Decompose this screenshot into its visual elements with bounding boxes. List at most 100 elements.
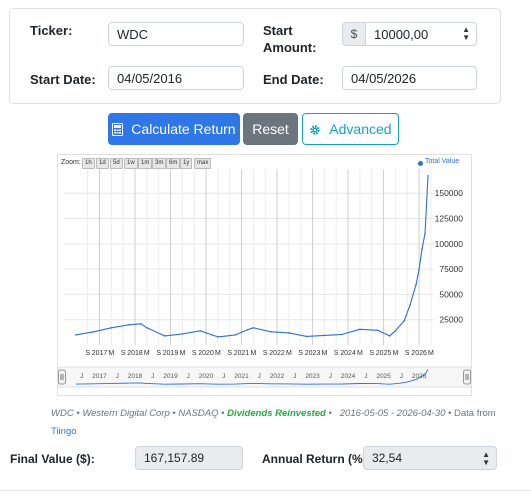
y-tick-label: 125000 (435, 214, 464, 224)
x-tick-label: M (392, 350, 398, 357)
chart-container: Zoom: 1h 1d 5d 1w 1m 3m 6m 1y max Total Value 25… (57, 154, 472, 396)
navigator-tick-label: 2017 (92, 373, 107, 380)
spinner-icon[interactable]: ▲ ▼ (482, 451, 490, 467)
final-value-label: Final Value ($): (10, 452, 95, 466)
data-point (403, 319, 406, 322)
x-tick-label: M (357, 350, 363, 357)
chart-svg: 250005000075000100000125000150000S 2017 M S… (58, 169, 471, 388)
y-tick-label: 50000 (439, 289, 463, 299)
x-tick-label: S (263, 350, 268, 357)
advanced-button[interactable]: Advanced (302, 113, 399, 145)
reset-button[interactable]: Reset (243, 113, 298, 145)
navigator-tick-label: J (293, 373, 296, 380)
data-point (359, 328, 361, 331)
data-point (140, 322, 142, 325)
navigator-tick-label: 2023 (305, 373, 320, 380)
data-point (181, 333, 184, 335)
navigator-tick-label: 2019 (163, 373, 178, 380)
data-credit: WDC • Western Digital Corp • NASDAQ • Di… (51, 408, 496, 437)
navigator-tick-label: J (187, 373, 190, 380)
data-point (427, 175, 429, 177)
divider (0, 490, 531, 491)
annual-return-value: 32,54 (372, 451, 403, 465)
navigator-tick-label: J (151, 373, 154, 380)
x-tick-label: 2023 (305, 350, 321, 357)
annual-return-field: 32,54 ▲ ▼ (363, 446, 497, 470)
navigator-tick-label: 2020 (199, 373, 214, 380)
data-point (211, 334, 213, 336)
navigator-tick-label: 2018 (128, 373, 143, 380)
start-amount-label-line2: Amount: (263, 40, 317, 55)
x-tick-label: S (405, 350, 410, 357)
x-tick-label: M (144, 350, 150, 357)
data-point (376, 329, 379, 332)
start-date-input[interactable]: 04/05/2016 (108, 66, 244, 90)
data-point (424, 232, 426, 235)
data-point (323, 334, 326, 337)
navigator-tick-label: 2024 (341, 373, 356, 380)
series-line-total-value (75, 175, 429, 338)
tiingo-link[interactable]: Tiingo (51, 426, 77, 437)
navigator-tick-label: 2021 (234, 373, 249, 380)
x-tick-label: S (156, 350, 161, 357)
data-point (128, 323, 130, 326)
x-tick-label: M (286, 350, 292, 357)
data-point (217, 336, 219, 338)
navigator-tick-label: J (329, 373, 332, 380)
y-tick-label: 150000 (435, 188, 464, 198)
x-tick-label: M (108, 350, 114, 357)
credit-ticker: WDC (51, 408, 74, 419)
data-point (388, 335, 391, 337)
end-date-input[interactable]: 04/05/2026 (342, 66, 477, 90)
x-tick-label: 2024 (340, 350, 356, 357)
data-point (92, 331, 95, 333)
navigator-tick-label: 2026 (412, 373, 427, 380)
navigator-tick-label: J (80, 373, 83, 380)
calculator-icon (112, 121, 127, 137)
navigator-tick-label: J (258, 373, 261, 380)
start-amount-value: 10000,00 (374, 27, 429, 42)
navigator-tick-label: 2022 (270, 373, 285, 380)
x-tick-label: 2022 (269, 350, 285, 357)
data-point (163, 335, 166, 337)
input-form: Ticker: WDC Start Amount: $ 10000,00 ▲ ▼ … (9, 8, 501, 104)
credit-company: Western Digital Corp (82, 408, 170, 419)
y-tick-label: 100000 (435, 239, 464, 249)
ticker-input[interactable]: WDC (108, 22, 244, 46)
currency-addon: $ (342, 22, 366, 46)
navigator-tick-label: J (222, 373, 225, 380)
data-point (246, 329, 249, 331)
data-point (199, 330, 201, 332)
x-tick-label: 2017 (92, 350, 108, 357)
x-tick-label: S (227, 350, 232, 357)
x-tick-label: S (85, 350, 90, 357)
credit-exchange: NASDAQ (178, 408, 219, 419)
data-point (421, 248, 423, 250)
x-tick-label: M (250, 350, 256, 357)
navigator-handle[interactable] (58, 369, 66, 385)
annual-return-label: Annual Return (%): (262, 452, 371, 466)
data-point (146, 327, 148, 329)
data-point (75, 334, 77, 336)
x-tick-label: M (321, 350, 327, 357)
spinner-icon[interactable]: ▲ ▼ (462, 26, 470, 42)
data-point (341, 333, 343, 336)
ticker-label: Ticker: (30, 23, 73, 38)
advanced-label: Advanced (329, 121, 392, 137)
start-amount-input[interactable]: 10000,00 ▲ ▼ (365, 22, 477, 46)
data-point (394, 330, 397, 332)
x-tick-label: M (179, 350, 185, 357)
calculate-return-label: Calculate Return (131, 121, 236, 137)
start-date-label: Start Date: (30, 72, 96, 87)
start-amount-label: Start Amount: (263, 22, 316, 56)
x-tick-label: 2025 (376, 350, 392, 357)
calculate-return-button[interactable]: Calculate Return (108, 113, 240, 145)
x-tick-label: M (428, 350, 434, 357)
x-tick-label: 2019 (163, 350, 179, 357)
final-value-field: 167,157.89 (135, 446, 243, 470)
navigator-handle[interactable] (463, 369, 471, 385)
data-point (270, 331, 272, 333)
dividends-reinvested-badge: Dividends Reinvested (227, 408, 326, 419)
credit-data-from: Data from (454, 408, 496, 419)
navigator-tick-label: J (116, 373, 119, 380)
